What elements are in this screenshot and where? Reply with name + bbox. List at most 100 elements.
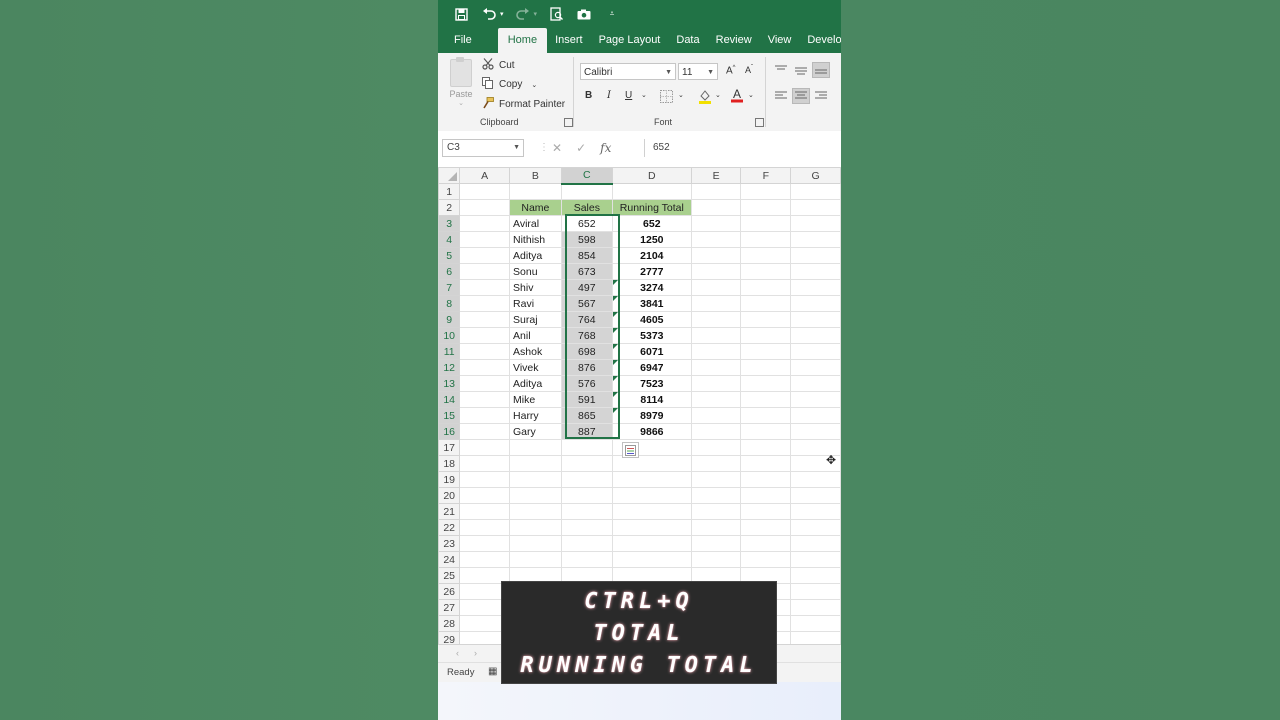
- name-box[interactable]: C3 ▼: [442, 139, 524, 157]
- font-name-combo[interactable]: Calibri ▼: [580, 63, 676, 80]
- cell[interactable]: [690, 439, 742, 456]
- tab-review[interactable]: Review: [708, 28, 760, 53]
- cell[interactable]: [690, 311, 742, 328]
- column-header[interactable]: E: [690, 167, 742, 184]
- tab-home[interactable]: Home: [497, 28, 548, 53]
- running-total-cell[interactable]: 4605: [611, 311, 692, 328]
- italic-button[interactable]: I: [607, 90, 611, 101]
- cell[interactable]: [611, 503, 692, 520]
- tab-view[interactable]: View: [760, 28, 800, 53]
- row-header[interactable]: 3: [438, 215, 461, 232]
- undo-icon[interactable]: [480, 5, 498, 23]
- running-total-cell[interactable]: 3841: [611, 295, 692, 312]
- column-header[interactable]: G: [790, 167, 841, 184]
- name-cell[interactable]: Shiv: [509, 279, 562, 296]
- row-header[interactable]: 14: [438, 391, 461, 408]
- row-header[interactable]: 24: [438, 551, 461, 568]
- cell[interactable]: [740, 215, 792, 232]
- paste-button[interactable]: Paste ⌄: [448, 57, 474, 107]
- cell[interactable]: [509, 183, 562, 200]
- cell[interactable]: [459, 311, 511, 328]
- cell[interactable]: [690, 247, 742, 264]
- cell[interactable]: [459, 327, 511, 344]
- cell[interactable]: [790, 247, 841, 264]
- column-header[interactable]: D: [611, 167, 692, 184]
- sales-cell[interactable]: 876: [560, 359, 613, 376]
- cell[interactable]: [790, 343, 841, 360]
- running-total-cell[interactable]: 7523: [611, 375, 692, 392]
- cell[interactable]: [459, 439, 511, 456]
- row-header[interactable]: 23: [438, 535, 461, 552]
- align-top-icon[interactable]: [772, 62, 790, 78]
- macro-recording-icon[interactable]: ▦: [488, 666, 497, 677]
- cell[interactable]: [459, 359, 511, 376]
- cell[interactable]: [509, 487, 562, 504]
- cell[interactable]: [740, 439, 792, 456]
- bold-button[interactable]: B: [585, 90, 592, 101]
- cell[interactable]: [790, 375, 841, 392]
- cell[interactable]: [790, 583, 841, 600]
- align-middle-icon[interactable]: [792, 62, 810, 78]
- cell[interactable]: [509, 439, 562, 456]
- row-header[interactable]: 4: [438, 231, 461, 248]
- cell[interactable]: [560, 519, 613, 536]
- name-cell[interactable]: Gary: [509, 423, 562, 440]
- clipboard-launcher-icon[interactable]: [564, 118, 573, 127]
- cell[interactable]: [790, 295, 841, 312]
- sales-cell[interactable]: 567: [560, 295, 613, 312]
- row-header[interactable]: 1: [438, 183, 461, 200]
- cell[interactable]: [790, 327, 841, 344]
- row-header[interactable]: 27: [438, 599, 461, 616]
- cell[interactable]: [509, 551, 562, 568]
- row-header[interactable]: 10: [438, 327, 461, 344]
- cell[interactable]: [690, 279, 742, 296]
- cell[interactable]: [690, 359, 742, 376]
- cell[interactable]: [459, 455, 511, 472]
- running-total-cell[interactable]: 5373: [611, 327, 692, 344]
- cell[interactable]: [690, 503, 742, 520]
- cell[interactable]: [509, 455, 562, 472]
- cell[interactable]: [459, 295, 511, 312]
- cell[interactable]: [459, 183, 511, 200]
- align-bottom-icon[interactable]: [812, 62, 830, 78]
- underline-dropdown-icon[interactable]: ⌄: [641, 91, 647, 99]
- cell[interactable]: [509, 471, 562, 488]
- name-cell[interactable]: Ravi: [509, 295, 562, 312]
- row-header[interactable]: 28: [438, 615, 461, 632]
- cell[interactable]: [459, 279, 511, 296]
- cell[interactable]: [690, 327, 742, 344]
- cell[interactable]: [790, 503, 841, 520]
- name-cell[interactable]: Nithish: [509, 231, 562, 248]
- cell[interactable]: [740, 535, 792, 552]
- cell[interactable]: [790, 471, 841, 488]
- cell[interactable]: [690, 423, 742, 440]
- redo-icon[interactable]: [514, 5, 532, 23]
- row-header[interactable]: 16: [438, 423, 461, 440]
- cell[interactable]: [459, 199, 511, 216]
- cell[interactable]: [740, 391, 792, 408]
- confirm-icon[interactable]: ✓: [576, 141, 586, 155]
- cell[interactable]: [790, 263, 841, 280]
- undo-dropdown-icon[interactable]: ▾: [500, 10, 504, 18]
- cell[interactable]: [790, 487, 841, 504]
- align-left-icon[interactable]: [772, 88, 790, 104]
- cell[interactable]: [740, 311, 792, 328]
- cell[interactable]: [790, 551, 841, 568]
- cell[interactable]: [690, 391, 742, 408]
- row-header[interactable]: 13: [438, 375, 461, 392]
- cell[interactable]: [459, 375, 511, 392]
- running-total-cell[interactable]: 1250: [611, 231, 692, 248]
- cell[interactable]: [509, 519, 562, 536]
- cell[interactable]: [790, 391, 841, 408]
- table-header-cell[interactable]: Running Total: [611, 199, 692, 216]
- cell[interactable]: [740, 519, 792, 536]
- cell[interactable]: [459, 231, 511, 248]
- name-cell[interactable]: Anil: [509, 327, 562, 344]
- cell[interactable]: [690, 551, 742, 568]
- cell[interactable]: [459, 423, 511, 440]
- quick-analysis-icon[interactable]: [622, 442, 639, 458]
- cell[interactable]: [560, 487, 613, 504]
- name-cell[interactable]: Aviral: [509, 215, 562, 232]
- column-header[interactable]: A: [459, 167, 511, 184]
- cell[interactable]: [740, 231, 792, 248]
